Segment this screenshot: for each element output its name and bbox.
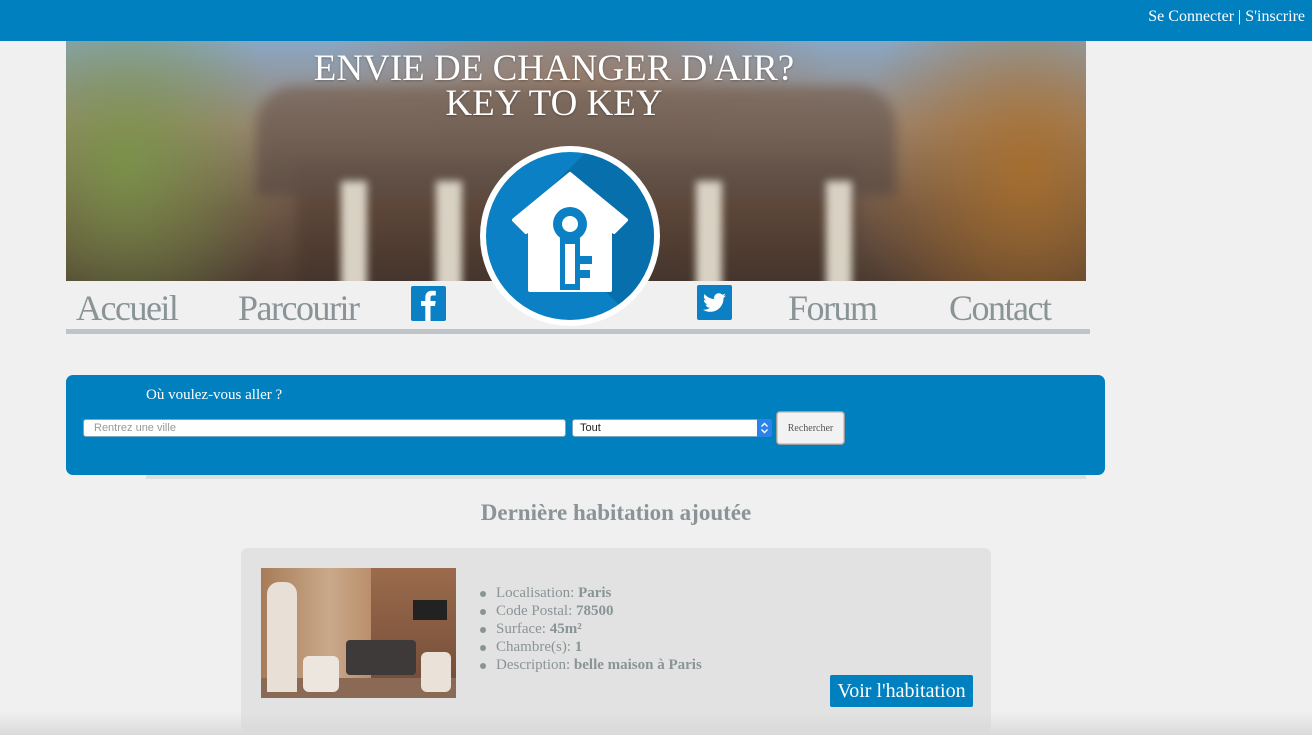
search-label: Où voulez-vous aller ? bbox=[146, 387, 283, 403]
type-select[interactable]: Tout bbox=[572, 419, 772, 437]
select-arrows-icon bbox=[757, 419, 772, 437]
nav-accueil[interactable]: Accueil bbox=[76, 287, 179, 329]
type-select-value: Tout bbox=[580, 422, 601, 434]
house-key-icon bbox=[512, 172, 628, 292]
detail-surface: Surface: 45m² bbox=[479, 620, 702, 638]
nav-underline bbox=[66, 329, 1090, 334]
hero-title-line2: KEY TO KEY bbox=[445, 83, 663, 124]
detail-description: Description: belle maison à Paris bbox=[479, 656, 702, 674]
city-search-input[interactable] bbox=[83, 419, 566, 437]
view-listing-button[interactable]: Voir l'habitation bbox=[830, 675, 973, 707]
login-link[interactable]: Se Connecter bbox=[1148, 8, 1234, 25]
signup-link[interactable]: S'inscrire bbox=[1245, 8, 1305, 25]
photo-armchair bbox=[303, 656, 339, 692]
facebook-icon bbox=[421, 290, 436, 321]
bottom-shadow bbox=[0, 712, 1312, 735]
hero-title: ENVIE DE CHANGER D'AIR? KEY TO KEY bbox=[66, 48, 1042, 124]
hero-column bbox=[696, 181, 722, 281]
site-logo[interactable] bbox=[480, 146, 660, 326]
search-button[interactable]: Rechercher bbox=[776, 411, 845, 445]
detail-rooms: Chambre(s): 1 bbox=[479, 638, 702, 656]
latest-title: Dernière habitation ajoutée bbox=[480, 500, 752, 525]
top-bar: Se Connecter | S'inscrire bbox=[0, 0, 1312, 41]
photo-armchair bbox=[421, 652, 451, 692]
logo-circle bbox=[486, 152, 654, 320]
auth-links: Se Connecter | S'inscrire bbox=[1148, 8, 1305, 26]
hero-column bbox=[826, 181, 852, 281]
nav-parcourir[interactable]: Parcourir bbox=[238, 287, 360, 329]
facebook-button[interactable] bbox=[411, 286, 446, 321]
nav-contact[interactable]: Contact bbox=[949, 287, 1052, 329]
photo-sofa bbox=[346, 640, 416, 675]
listing-photo[interactable] bbox=[261, 568, 456, 698]
twitter-icon bbox=[703, 293, 726, 312]
nav-forum[interactable]: Forum bbox=[788, 287, 878, 329]
hero-column bbox=[436, 181, 462, 281]
hero-title-line1: ENVIE DE CHANGER D'AIR? bbox=[313, 48, 795, 89]
search-panel-shadow bbox=[146, 475, 1086, 479]
twitter-button[interactable] bbox=[697, 285, 732, 320]
listing-details: Localisation: Paris Code Postal: 78500 S… bbox=[479, 584, 702, 674]
detail-location: Localisation: Paris bbox=[479, 584, 702, 602]
photo-shelf bbox=[267, 582, 297, 692]
auth-separator: | bbox=[1238, 8, 1242, 25]
detail-postal: Code Postal: 78500 bbox=[479, 602, 702, 620]
search-panel: Où voulez-vous aller ? Tout Rechercher bbox=[66, 375, 1105, 475]
photo-fireplace bbox=[413, 600, 447, 620]
hero-column bbox=[341, 181, 367, 281]
listing-card: Localisation: Paris Code Postal: 78500 S… bbox=[241, 548, 991, 732]
